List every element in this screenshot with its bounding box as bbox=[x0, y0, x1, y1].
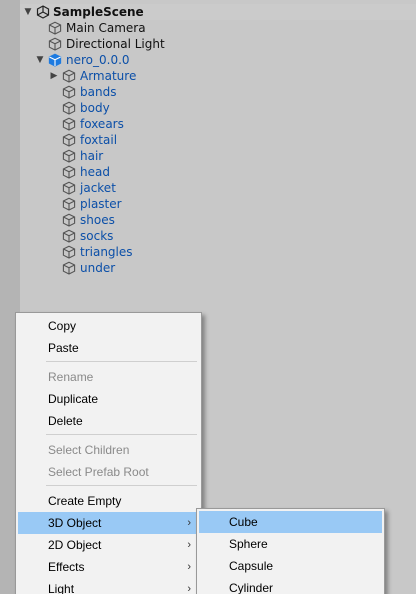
unity-scene-icon bbox=[36, 5, 50, 19]
menu-item-delete[interactable]: Delete bbox=[18, 410, 199, 432]
gameobject-cube-icon bbox=[62, 133, 76, 147]
hierarchy-item-label: plaster bbox=[80, 197, 122, 211]
gameobject-cube-icon bbox=[62, 149, 76, 163]
hierarchy-item-label: hair bbox=[80, 149, 104, 163]
hierarchy-item-bands[interactable]: bands bbox=[20, 84, 416, 100]
gameobject-cube-icon bbox=[62, 117, 76, 131]
hierarchy-item-label: shoes bbox=[80, 213, 115, 227]
hierarchy-item-label: nero_0.0.0 bbox=[66, 53, 130, 67]
submenu-arrow-icon: › bbox=[187, 561, 191, 573]
hierarchy-item-label: Main Camera bbox=[66, 21, 146, 35]
gameobject-cube-icon bbox=[62, 197, 76, 211]
submenu-item-sphere[interactable]: Sphere bbox=[199, 533, 382, 555]
submenu-item-cylinder[interactable]: Cylinder bbox=[199, 577, 382, 594]
hierarchy-item-head[interactable]: head bbox=[20, 164, 416, 180]
submenu-item-capsule[interactable]: Capsule bbox=[199, 555, 382, 577]
hierarchy-item-label: under bbox=[80, 261, 116, 275]
scene-row[interactable]: ▼ SampleScene bbox=[20, 4, 416, 20]
menu-item-duplicate[interactable]: Duplicate bbox=[18, 388, 199, 410]
hierarchy-item-socks[interactable]: socks bbox=[20, 228, 416, 244]
prefab-expand-arrow[interactable]: ▼ bbox=[34, 52, 46, 68]
hierarchy-item-directional-light[interactable]: Directional Light bbox=[20, 36, 416, 52]
hierarchy-item-hair[interactable]: hair bbox=[20, 148, 416, 164]
gameobject-cube-icon bbox=[62, 229, 76, 243]
menu-item-light[interactable]: Light › bbox=[18, 578, 199, 594]
gameobject-cube-icon bbox=[62, 165, 76, 179]
hierarchy-item-triangles[interactable]: triangles bbox=[20, 244, 416, 260]
hierarchy-item-label: jacket bbox=[80, 181, 116, 195]
gameobject-cube-icon bbox=[62, 213, 76, 227]
hierarchy-item-label: body bbox=[80, 101, 110, 115]
gameobject-cube-icon bbox=[62, 101, 76, 115]
gameobject-cube-icon bbox=[48, 37, 62, 51]
menu-separator bbox=[46, 361, 197, 362]
gameobject-cube-icon bbox=[62, 245, 76, 259]
hierarchy-item-under[interactable]: under bbox=[20, 260, 416, 276]
submenu-arrow-icon: › bbox=[187, 539, 191, 551]
context-menu: Copy Paste Rename Duplicate Delete Selec… bbox=[15, 312, 202, 594]
gameobject-cube-icon bbox=[48, 21, 62, 35]
scene-expand-arrow[interactable]: ▼ bbox=[22, 4, 34, 20]
menu-separator bbox=[46, 434, 197, 435]
hierarchy-item-foxtail[interactable]: foxtail bbox=[20, 132, 416, 148]
hierarchy-item-body[interactable]: body bbox=[20, 100, 416, 116]
menu-item-2d-object[interactable]: 2D Object › bbox=[18, 534, 199, 556]
menu-item-select-prefab-root: Select Prefab Root bbox=[48, 465, 149, 479]
menu-item-rename: Rename bbox=[48, 370, 94, 384]
hierarchy-item-main-camera[interactable]: Main Camera bbox=[20, 20, 416, 36]
submenu-arrow-icon: › bbox=[187, 583, 191, 594]
gameobject-cube-icon bbox=[62, 85, 76, 99]
hierarchy-item-shoes[interactable]: shoes bbox=[20, 212, 416, 228]
menu-item-create-empty[interactable]: Create Empty bbox=[18, 490, 199, 512]
hierarchy-item-label: Directional Light bbox=[66, 37, 165, 51]
hierarchy-item-label: head bbox=[80, 165, 110, 179]
submenu-arrow-icon: › bbox=[187, 517, 191, 529]
gameobject-cube-icon bbox=[62, 69, 76, 83]
menu-item-3d-object[interactable]: 3D Object › bbox=[18, 512, 199, 534]
hierarchy-item-armature[interactable]: ▶ Armature bbox=[20, 68, 416, 84]
scene-name: SampleScene bbox=[53, 5, 144, 19]
submenu-3d-object: Cube Sphere Capsule Cylinder bbox=[196, 508, 385, 594]
hierarchy-item-jacket[interactable]: jacket bbox=[20, 180, 416, 196]
hierarchy-item-label: foxears bbox=[80, 117, 124, 131]
prefab-cube-icon bbox=[48, 53, 62, 67]
hierarchy-item-label: bands bbox=[80, 85, 117, 99]
gameobject-cube-icon bbox=[62, 181, 76, 195]
gameobject-cube-icon bbox=[62, 261, 76, 275]
hierarchy-item-label: triangles bbox=[80, 245, 133, 259]
hierarchy-item-plaster[interactable]: plaster bbox=[20, 196, 416, 212]
armature-expand-arrow[interactable]: ▶ bbox=[48, 68, 60, 84]
hierarchy-window: ▼ SampleScene Main Camera Directional Lig… bbox=[0, 0, 416, 594]
hierarchy-item-label: Armature bbox=[80, 69, 137, 83]
menu-item-copy[interactable]: Copy bbox=[18, 315, 199, 337]
menu-item-effects[interactable]: Effects › bbox=[18, 556, 199, 578]
menu-item-paste[interactable]: Paste bbox=[18, 337, 199, 359]
submenu-item-cube[interactable]: Cube bbox=[199, 511, 382, 533]
hierarchy-item-label: foxtail bbox=[80, 133, 118, 147]
hierarchy-item-label: socks bbox=[80, 229, 114, 243]
hierarchy-item-foxears[interactable]: foxears bbox=[20, 116, 416, 132]
hierarchy-item-prefab[interactable]: ▼ nero_0.0.0 bbox=[20, 52, 416, 68]
menu-item-select-children: Select Children bbox=[48, 443, 130, 457]
menu-separator bbox=[46, 485, 197, 486]
